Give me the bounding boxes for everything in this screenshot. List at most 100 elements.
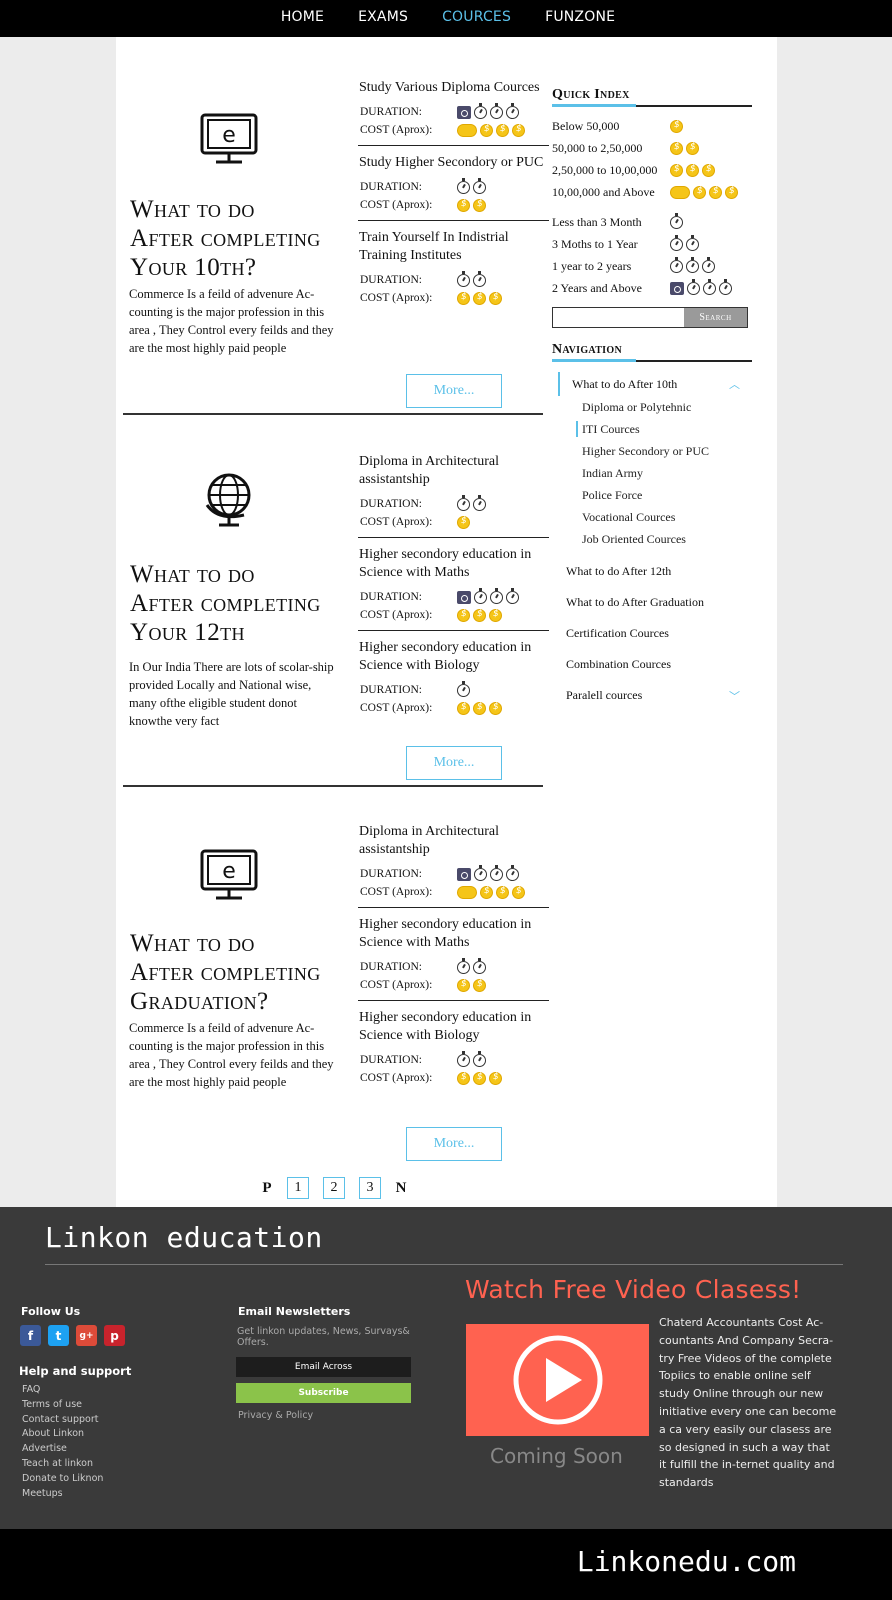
more-button[interactable]: More... bbox=[406, 1127, 502, 1161]
course-title[interactable]: Study Various Diploma Cources bbox=[358, 79, 549, 97]
stopwatch-icon bbox=[670, 256, 683, 273]
stopwatch-icon bbox=[703, 278, 716, 295]
nav-sub-item[interactable]: Diploma or Polytehnic bbox=[552, 396, 752, 418]
footer-link[interactable]: Meetups bbox=[22, 1487, 103, 1502]
quick-index-row[interactable]: 10,00,000 and Above bbox=[552, 181, 752, 203]
nav-sub-item[interactable]: Job Oriented Cources bbox=[552, 528, 752, 550]
cost-label: COST (Aprox): bbox=[360, 702, 433, 714]
duration-rating bbox=[457, 680, 470, 697]
course-card[interactable]: Higher secondory education in Science wi… bbox=[358, 1009, 549, 1093]
footer-link[interactable]: Donate to Liknon bbox=[22, 1472, 103, 1487]
nav-item[interactable]: What to do After 12th bbox=[552, 556, 752, 587]
course-card[interactable]: Higher secondory education in Science wi… bbox=[358, 639, 549, 723]
e-learning-monitor-icon: e bbox=[198, 109, 260, 171]
course-title[interactable]: Higher secondory education in Science wi… bbox=[358, 916, 549, 952]
stopwatch-icon bbox=[474, 102, 487, 119]
coin-icon bbox=[670, 141, 683, 155]
course-card[interactable]: Study Higher Secondory or PUC DURATION: … bbox=[358, 154, 549, 221]
coin-icon bbox=[457, 978, 470, 992]
nav-funzone[interactable]: FUNZONE bbox=[545, 9, 615, 37]
page-3[interactable]: 3 bbox=[359, 1177, 381, 1199]
footer-link[interactable]: About Linkon bbox=[22, 1427, 103, 1442]
section-divider bbox=[123, 785, 543, 787]
quick-index-row[interactable]: Less than 3 Month bbox=[552, 211, 752, 233]
play-icon[interactable] bbox=[512, 1334, 604, 1426]
more-button[interactable]: More... bbox=[406, 746, 502, 780]
course-title[interactable]: Diploma in Architectural assistantship bbox=[358, 823, 549, 859]
course-card[interactable]: Diploma in Architectural assistantship D… bbox=[358, 453, 549, 538]
course-title[interactable]: Higher secondory education in Science wi… bbox=[358, 639, 549, 675]
privacy-link[interactable]: Privacy & Policy bbox=[238, 1410, 313, 1421]
more-button[interactable]: More... bbox=[406, 374, 502, 408]
course-card[interactable]: Higher secondory education in Science wi… bbox=[358, 546, 549, 631]
coin-icon bbox=[480, 885, 493, 899]
nav-sub-item[interactable]: Police Force bbox=[552, 484, 752, 506]
quick-index-row[interactable]: 3 Moths to 1 Year bbox=[552, 233, 752, 255]
duration-row: DURATION: bbox=[358, 177, 549, 196]
footer-link[interactable]: Advertise bbox=[22, 1442, 103, 1457]
page-2[interactable]: 2 bbox=[323, 1177, 345, 1199]
duration-row: DURATION: bbox=[358, 270, 549, 289]
nav-sub-item[interactable]: Vocational Cources bbox=[552, 506, 752, 528]
site-url[interactable]: Linkonedu.com bbox=[577, 1545, 796, 1578]
stopwatch-icon bbox=[457, 957, 470, 974]
coin-icon bbox=[489, 1071, 502, 1085]
stopwatch-icon bbox=[474, 587, 487, 604]
search-button[interactable]: Search bbox=[684, 308, 747, 327]
svg-text:e: e bbox=[222, 123, 236, 148]
section-title: What to do After completing Your 12th bbox=[130, 561, 321, 646]
nav-sub-item[interactable]: Indian Army bbox=[552, 462, 752, 484]
google-plus-icon[interactable]: g+ bbox=[76, 1325, 97, 1346]
twitter-icon[interactable]: t bbox=[48, 1325, 69, 1346]
nav-sub-item[interactable]: Higher Secondory or PUC bbox=[552, 440, 752, 462]
search-input[interactable] bbox=[553, 308, 684, 327]
video-player[interactable] bbox=[466, 1324, 649, 1436]
quick-index-row[interactable]: 2 Years and Above bbox=[552, 277, 752, 299]
footer-link[interactable]: Terms of use bbox=[22, 1398, 103, 1413]
nav-item[interactable]: Combination Cources bbox=[552, 649, 752, 680]
quick-index-row[interactable]: Below 50,000 bbox=[552, 115, 752, 137]
duration-label: DURATION: bbox=[360, 274, 422, 286]
chevron-up-icon[interactable]: ︿ bbox=[729, 376, 740, 392]
course-card[interactable]: Higher secondory education in Science wi… bbox=[358, 916, 549, 1001]
course-title[interactable]: Higher secondory education in Science wi… bbox=[358, 546, 549, 582]
e-learning-monitor-icon: e bbox=[198, 845, 260, 907]
nav-exams[interactable]: EXAMS bbox=[358, 9, 408, 37]
duration-label: DURATION: bbox=[360, 1054, 422, 1066]
stopwatch-icon bbox=[457, 270, 470, 287]
course-title[interactable]: Diploma in Architectural assistantship bbox=[358, 453, 549, 489]
coin-icon bbox=[457, 608, 470, 622]
course-card[interactable]: Train Yourself In Indistrial Training In… bbox=[358, 229, 549, 313]
course-title[interactable]: Train Yourself In Indistrial Training In… bbox=[358, 229, 549, 265]
next-page[interactable]: N bbox=[395, 1180, 407, 1197]
subscribe-button[interactable]: Subscribe bbox=[236, 1383, 411, 1403]
chevron-down-icon[interactable]: ﹀ bbox=[729, 688, 740, 704]
nav-item-after-10th[interactable]: What to do After 10th ︿ bbox=[558, 372, 752, 396]
quick-index-row[interactable]: 2,50,000 to 10,00,000 bbox=[552, 159, 752, 181]
cost-rating bbox=[457, 608, 502, 622]
nav-home[interactable]: HOME bbox=[281, 9, 324, 37]
nav-sub-item-active[interactable]: ITI Cources bbox=[576, 421, 752, 437]
nav-item[interactable]: What to do After Graduation bbox=[552, 587, 752, 618]
page-1[interactable]: 1 bbox=[287, 1177, 309, 1199]
prev-page[interactable]: P bbox=[261, 1180, 273, 1197]
nav-item[interactable]: Certification Cources bbox=[552, 618, 752, 649]
cost-rating bbox=[457, 1071, 502, 1085]
nav-cources[interactable]: COURCES bbox=[442, 9, 511, 37]
footer-link[interactable]: Contact support bbox=[22, 1413, 103, 1428]
quick-index-label: 2 Years and Above bbox=[552, 280, 642, 295]
coin-icon bbox=[473, 291, 486, 305]
facebook-icon[interactable]: f bbox=[20, 1325, 41, 1346]
email-field[interactable]: Email Across bbox=[236, 1357, 411, 1377]
footer-link[interactable]: Teach at linkon bbox=[22, 1457, 103, 1472]
course-card[interactable]: Study Various Diploma Cources DURATION: … bbox=[358, 79, 549, 146]
coin-icon bbox=[489, 291, 502, 305]
quick-index-row[interactable]: 1 year to 2 years bbox=[552, 255, 752, 277]
course-title[interactable]: Study Higher Secondory or PUC bbox=[358, 154, 549, 172]
quick-index-row[interactable]: 50,000 to 2,50,000 bbox=[552, 137, 752, 159]
course-title[interactable]: Higher secondory education in Science wi… bbox=[358, 1009, 549, 1045]
footer-link[interactable]: FAQ bbox=[22, 1383, 103, 1398]
course-card[interactable]: Diploma in Architectural assistantship D… bbox=[358, 823, 549, 908]
nav-item-paralell[interactable]: Paralell cources ﹀ bbox=[552, 680, 752, 711]
pinterest-icon[interactable]: p bbox=[104, 1325, 125, 1346]
